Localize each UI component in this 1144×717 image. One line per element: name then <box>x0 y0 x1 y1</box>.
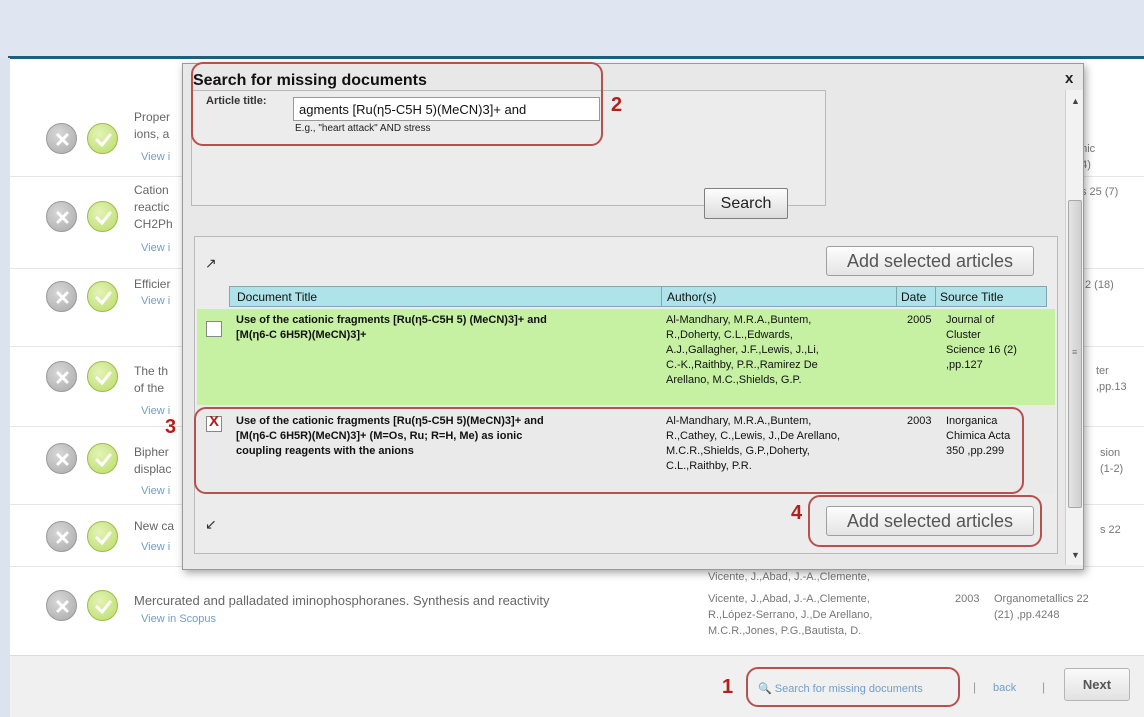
swap-icon[interactable]: ↗ <box>205 255 217 272</box>
reject-icon[interactable] <box>46 281 77 312</box>
accept-icon[interactable] <box>87 521 118 552</box>
col-source-title[interactable]: Source Title <box>940 290 1003 304</box>
result-source: Journal of Cluster Science 16 (2) ,pp.127 <box>946 314 1017 371</box>
reject-icon[interactable] <box>46 521 77 552</box>
annotation-number: 4 <box>791 502 803 524</box>
next-button[interactable]: Next <box>1064 668 1130 701</box>
pager-separator: | <box>973 680 977 694</box>
result-source: 2 (18) <box>1085 279 1114 291</box>
result-source: sion (1-2) <box>1100 447 1124 475</box>
select-checkbox[interactable] <box>206 321 222 337</box>
result-title[interactable]: Proper ions, a <box>134 109 170 143</box>
accept-icon[interactable] <box>87 590 118 621</box>
reject-icon[interactable] <box>46 443 77 474</box>
annotation-number: 3 <box>165 416 177 438</box>
pager-separator: | <box>1042 680 1046 694</box>
result-authors: Vicente, J.,Abad, J.-A.,Clemente, R.,Lópe… <box>708 593 873 637</box>
column-divider <box>896 287 897 306</box>
result-title[interactable]: New ca <box>134 518 174 535</box>
accept-icon[interactable] <box>87 281 118 312</box>
view-in-scopus-link[interactable]: View in Scopus <box>141 613 216 625</box>
grip-icon: ≡ <box>1072 347 1078 357</box>
accept-icon[interactable] <box>87 361 118 392</box>
pager: 🔍 Search for missing documents | back | … <box>10 655 1144 717</box>
swap-icon[interactable]: ↙ <box>205 516 217 533</box>
result-title[interactable]: Mercurated and palladated iminophosphora… <box>134 592 550 609</box>
col-authors[interactable]: Author(s) <box>667 290 716 304</box>
annotation-number: 2 <box>611 94 623 116</box>
dialog-scrollbar[interactable]: ▲ ≡ ▼ <box>1065 90 1083 565</box>
add-selected-articles-button[interactable]: Add selected articles <box>826 246 1034 276</box>
side-margin <box>0 58 10 717</box>
close-icon[interactable]: x <box>1065 70 1073 87</box>
scroll-down-icon[interactable]: ▼ <box>1071 550 1080 560</box>
back-link[interactable]: back <box>993 682 1016 694</box>
results-table-header: Document Title Author(s) Date Source Tit… <box>229 286 1047 307</box>
annotation-box <box>746 667 960 707</box>
accept-icon[interactable] <box>87 443 118 474</box>
result-year: 2003 <box>955 593 980 605</box>
annotation-number: 1 <box>722 676 734 698</box>
partial-author-line: Vicente, J.,Abad, J.-A.,Clemente, <box>708 571 870 583</box>
col-date[interactable]: Date <box>901 290 926 304</box>
scroll-thumb[interactable]: ≡ <box>1068 200 1082 508</box>
result-title[interactable]: The th of the <box>134 363 168 397</box>
result-title[interactable]: Bipher displac <box>134 444 171 478</box>
result-source: s 22 <box>1100 524 1121 536</box>
annotation-box <box>808 495 1042 547</box>
table-row[interactable]: Use of the cationic fragments [Ru(η5-C5H… <box>197 309 1055 405</box>
annotation-box <box>194 407 1024 494</box>
result-source: Organometallics 22 (21) ,pp.4248 <box>994 593 1089 621</box>
result-title[interactable]: Efficier <box>134 276 170 293</box>
result-row: Vicente, J.,Abad, J.-A.,Clemente, Mercur… <box>10 567 1144 655</box>
view-in-scopus-link[interactable]: View i <box>141 295 170 307</box>
scroll-up-icon[interactable]: ▲ <box>1071 96 1080 106</box>
column-divider <box>661 287 662 306</box>
accept-icon[interactable] <box>87 201 118 232</box>
column-divider <box>935 287 936 306</box>
reject-icon[interactable] <box>46 361 77 392</box>
result-source: ter ,pp.13 <box>1096 365 1127 393</box>
reject-icon[interactable] <box>46 201 77 232</box>
view-in-scopus-link[interactable]: View i <box>141 242 170 254</box>
reject-icon[interactable] <box>46 123 77 154</box>
search-button[interactable]: Search <box>704 188 788 219</box>
result-source: s 25 (7) <box>1081 186 1119 198</box>
accept-icon[interactable] <box>87 123 118 154</box>
result-title[interactable]: Cation reactic CH2Ph <box>134 182 173 233</box>
reject-icon[interactable] <box>46 590 77 621</box>
view-in-scopus-link[interactable]: View i <box>141 151 170 163</box>
col-document-title[interactable]: Document Title <box>237 290 317 304</box>
top-band <box>0 0 1144 58</box>
annotation-box <box>191 62 603 146</box>
view-in-scopus-link[interactable]: View i <box>141 541 170 553</box>
result-date: 2005 <box>907 314 932 326</box>
result-title: Use of the cationic fragments [Ru(η5-C5H… <box>236 314 547 341</box>
view-in-scopus-link[interactable]: View i <box>141 485 170 497</box>
result-authors: Al-Mandhary, M.R.A.,Buntem, R.,Doherty, C… <box>666 314 819 386</box>
